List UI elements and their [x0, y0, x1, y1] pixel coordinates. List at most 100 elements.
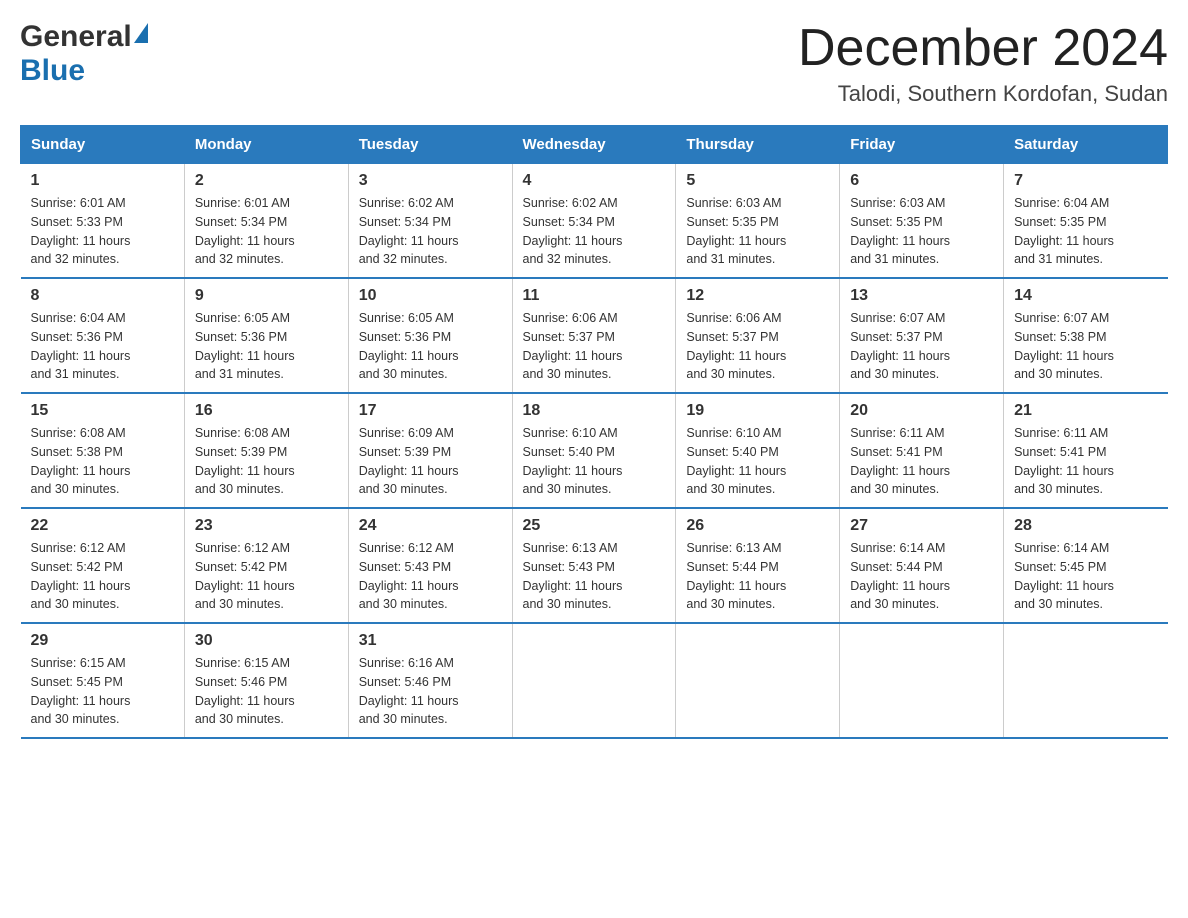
day-number: 25	[523, 517, 666, 535]
day-number: 2	[195, 172, 338, 190]
day-number: 21	[1014, 402, 1157, 420]
day-info: Sunrise: 6:01 AMSunset: 5:33 PMDaylight:…	[31, 196, 131, 266]
day-info: Sunrise: 6:04 AMSunset: 5:36 PMDaylight:…	[31, 311, 131, 381]
title-block: December 2024 Talodi, Southern Kordofan,…	[798, 20, 1168, 107]
day-info: Sunrise: 6:13 AMSunset: 5:43 PMDaylight:…	[523, 541, 623, 611]
day-info: Sunrise: 6:08 AMSunset: 5:39 PMDaylight:…	[195, 426, 295, 496]
day-cell: 29 Sunrise: 6:15 AMSunset: 5:45 PMDaylig…	[21, 623, 185, 738]
week-row-3: 15 Sunrise: 6:08 AMSunset: 5:38 PMDaylig…	[21, 393, 1168, 508]
weekday-header-friday: Friday	[840, 126, 1004, 164]
day-number: 6	[850, 172, 993, 190]
day-number: 28	[1014, 517, 1157, 535]
day-number: 27	[850, 517, 993, 535]
day-number: 29	[31, 632, 174, 650]
day-number: 23	[195, 517, 338, 535]
week-row-4: 22 Sunrise: 6:12 AMSunset: 5:42 PMDaylig…	[21, 508, 1168, 623]
week-row-2: 8 Sunrise: 6:04 AMSunset: 5:36 PMDayligh…	[21, 278, 1168, 393]
week-row-1: 1 Sunrise: 6:01 AMSunset: 5:33 PMDayligh…	[21, 164, 1168, 279]
day-cell: 14 Sunrise: 6:07 AMSunset: 5:38 PMDaylig…	[1004, 278, 1168, 393]
day-info: Sunrise: 6:01 AMSunset: 5:34 PMDaylight:…	[195, 196, 295, 266]
logo-arrow-icon	[134, 23, 148, 43]
day-info: Sunrise: 6:12 AMSunset: 5:43 PMDaylight:…	[359, 541, 459, 611]
day-info: Sunrise: 6:08 AMSunset: 5:38 PMDaylight:…	[31, 426, 131, 496]
day-number: 20	[850, 402, 993, 420]
day-cell: 6 Sunrise: 6:03 AMSunset: 5:35 PMDayligh…	[840, 164, 1004, 279]
day-info: Sunrise: 6:03 AMSunset: 5:35 PMDaylight:…	[850, 196, 950, 266]
day-cell: 18 Sunrise: 6:10 AMSunset: 5:40 PMDaylig…	[512, 393, 676, 508]
logo-blue-text: Blue	[20, 54, 85, 88]
logo-general-text: General	[20, 20, 132, 54]
day-info: Sunrise: 6:05 AMSunset: 5:36 PMDaylight:…	[195, 311, 295, 381]
day-number: 17	[359, 402, 502, 420]
day-info: Sunrise: 6:05 AMSunset: 5:36 PMDaylight:…	[359, 311, 459, 381]
day-number: 4	[523, 172, 666, 190]
day-number: 31	[359, 632, 502, 650]
day-cell: 10 Sunrise: 6:05 AMSunset: 5:36 PMDaylig…	[348, 278, 512, 393]
calendar-table: SundayMondayTuesdayWednesdayThursdayFrid…	[20, 125, 1168, 739]
weekday-header-monday: Monday	[184, 126, 348, 164]
day-cell: 23 Sunrise: 6:12 AMSunset: 5:42 PMDaylig…	[184, 508, 348, 623]
day-cell: 24 Sunrise: 6:12 AMSunset: 5:43 PMDaylig…	[348, 508, 512, 623]
day-cell: 17 Sunrise: 6:09 AMSunset: 5:39 PMDaylig…	[348, 393, 512, 508]
day-number: 19	[686, 402, 829, 420]
day-info: Sunrise: 6:15 AMSunset: 5:45 PMDaylight:…	[31, 656, 131, 726]
day-cell: 31 Sunrise: 6:16 AMSunset: 5:46 PMDaylig…	[348, 623, 512, 738]
day-info: Sunrise: 6:06 AMSunset: 5:37 PMDaylight:…	[686, 311, 786, 381]
day-number: 5	[686, 172, 829, 190]
day-cell: 20 Sunrise: 6:11 AMSunset: 5:41 PMDaylig…	[840, 393, 1004, 508]
day-cell: 30 Sunrise: 6:15 AMSunset: 5:46 PMDaylig…	[184, 623, 348, 738]
day-number: 26	[686, 517, 829, 535]
day-info: Sunrise: 6:02 AMSunset: 5:34 PMDaylight:…	[359, 196, 459, 266]
day-info: Sunrise: 6:13 AMSunset: 5:44 PMDaylight:…	[686, 541, 786, 611]
day-cell: 12 Sunrise: 6:06 AMSunset: 5:37 PMDaylig…	[676, 278, 840, 393]
day-cell: 11 Sunrise: 6:06 AMSunset: 5:37 PMDaylig…	[512, 278, 676, 393]
day-info: Sunrise: 6:14 AMSunset: 5:44 PMDaylight:…	[850, 541, 950, 611]
day-number: 8	[31, 287, 174, 305]
day-number: 24	[359, 517, 502, 535]
day-cell	[1004, 623, 1168, 738]
weekday-header-tuesday: Tuesday	[348, 126, 512, 164]
day-number: 15	[31, 402, 174, 420]
day-cell	[840, 623, 1004, 738]
day-cell: 5 Sunrise: 6:03 AMSunset: 5:35 PMDayligh…	[676, 164, 840, 279]
day-cell: 8 Sunrise: 6:04 AMSunset: 5:36 PMDayligh…	[21, 278, 185, 393]
day-cell: 22 Sunrise: 6:12 AMSunset: 5:42 PMDaylig…	[21, 508, 185, 623]
day-cell: 7 Sunrise: 6:04 AMSunset: 5:35 PMDayligh…	[1004, 164, 1168, 279]
day-info: Sunrise: 6:07 AMSunset: 5:37 PMDaylight:…	[850, 311, 950, 381]
weekday-header-row: SundayMondayTuesdayWednesdayThursdayFrid…	[21, 126, 1168, 164]
day-number: 10	[359, 287, 502, 305]
week-row-5: 29 Sunrise: 6:15 AMSunset: 5:45 PMDaylig…	[21, 623, 1168, 738]
day-cell: 16 Sunrise: 6:08 AMSunset: 5:39 PMDaylig…	[184, 393, 348, 508]
day-cell: 26 Sunrise: 6:13 AMSunset: 5:44 PMDaylig…	[676, 508, 840, 623]
day-cell: 13 Sunrise: 6:07 AMSunset: 5:37 PMDaylig…	[840, 278, 1004, 393]
weekday-header-thursday: Thursday	[676, 126, 840, 164]
weekday-header-sunday: Sunday	[21, 126, 185, 164]
day-cell: 27 Sunrise: 6:14 AMSunset: 5:44 PMDaylig…	[840, 508, 1004, 623]
day-info: Sunrise: 6:07 AMSunset: 5:38 PMDaylight:…	[1014, 311, 1114, 381]
day-number: 30	[195, 632, 338, 650]
day-cell: 4 Sunrise: 6:02 AMSunset: 5:34 PMDayligh…	[512, 164, 676, 279]
day-cell: 3 Sunrise: 6:02 AMSunset: 5:34 PMDayligh…	[348, 164, 512, 279]
day-cell: 28 Sunrise: 6:14 AMSunset: 5:45 PMDaylig…	[1004, 508, 1168, 623]
day-cell	[676, 623, 840, 738]
weekday-header-wednesday: Wednesday	[512, 126, 676, 164]
day-info: Sunrise: 6:03 AMSunset: 5:35 PMDaylight:…	[686, 196, 786, 266]
day-number: 14	[1014, 287, 1157, 305]
day-cell: 9 Sunrise: 6:05 AMSunset: 5:36 PMDayligh…	[184, 278, 348, 393]
day-info: Sunrise: 6:15 AMSunset: 5:46 PMDaylight:…	[195, 656, 295, 726]
day-info: Sunrise: 6:14 AMSunset: 5:45 PMDaylight:…	[1014, 541, 1114, 611]
day-info: Sunrise: 6:02 AMSunset: 5:34 PMDaylight:…	[523, 196, 623, 266]
page-title: December 2024	[798, 20, 1168, 77]
day-number: 16	[195, 402, 338, 420]
day-number: 7	[1014, 172, 1157, 190]
day-info: Sunrise: 6:04 AMSunset: 5:35 PMDaylight:…	[1014, 196, 1114, 266]
day-info: Sunrise: 6:10 AMSunset: 5:40 PMDaylight:…	[523, 426, 623, 496]
day-number: 3	[359, 172, 502, 190]
weekday-header-saturday: Saturday	[1004, 126, 1168, 164]
day-cell: 25 Sunrise: 6:13 AMSunset: 5:43 PMDaylig…	[512, 508, 676, 623]
day-number: 9	[195, 287, 338, 305]
day-number: 13	[850, 287, 993, 305]
day-number: 12	[686, 287, 829, 305]
day-cell	[512, 623, 676, 738]
logo: General Blue	[20, 20, 148, 88]
